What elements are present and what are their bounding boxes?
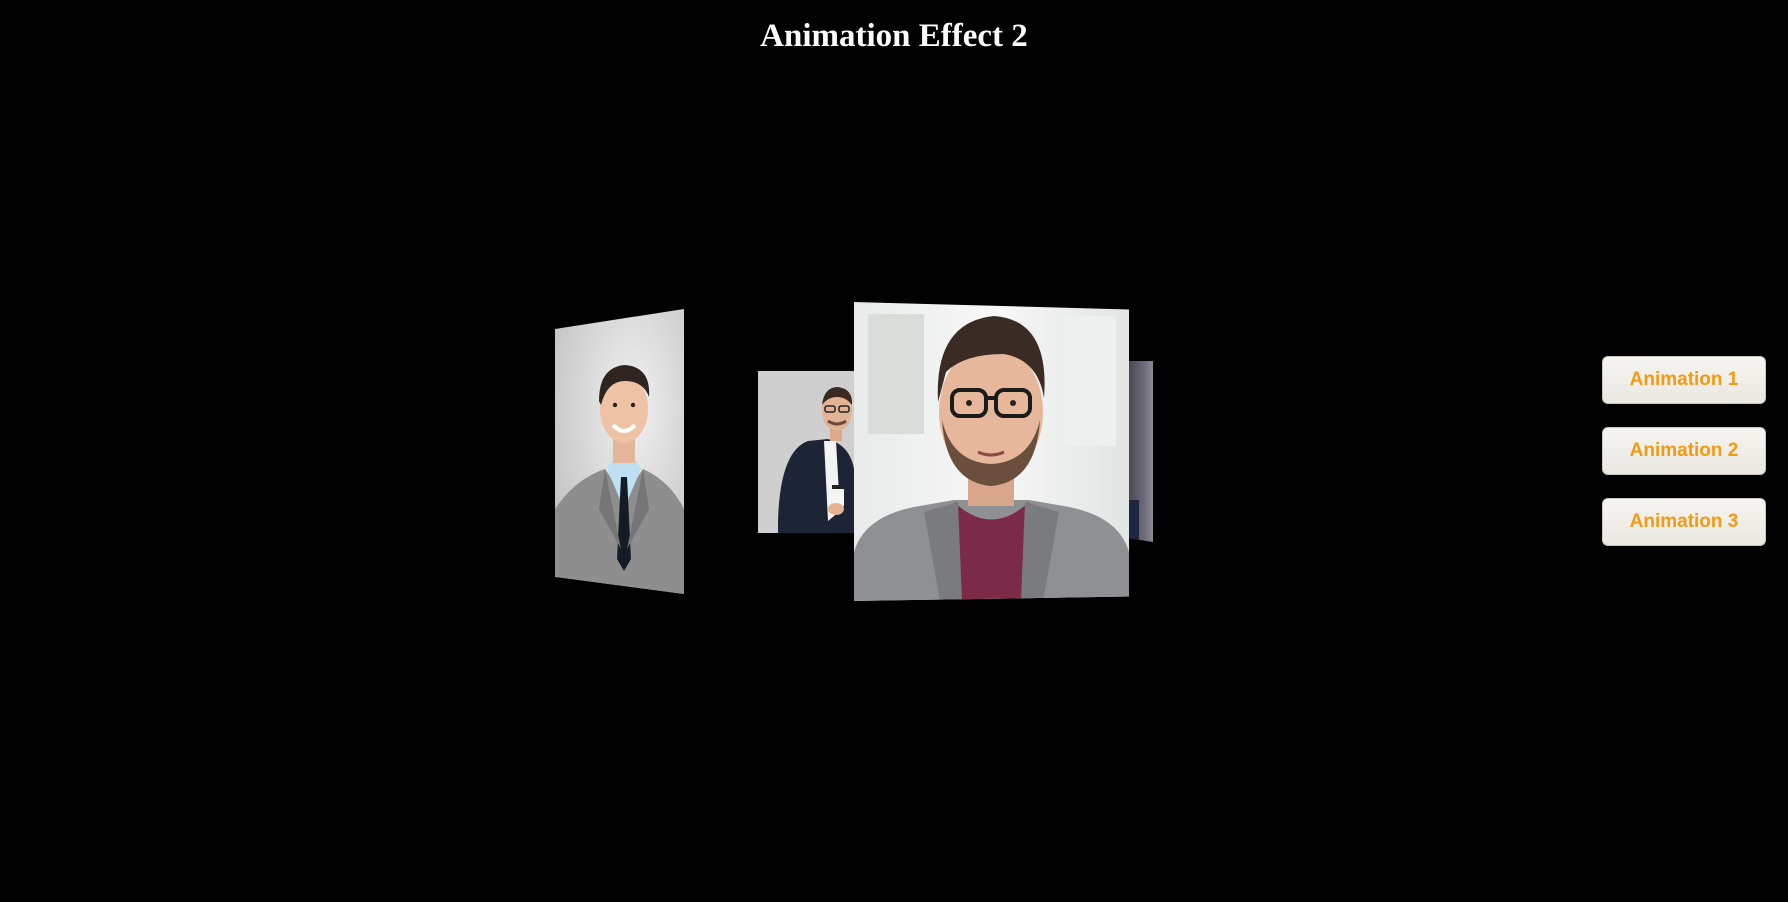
photo-man-glasses-coffee-cup [758,371,855,533]
animation-2-button[interactable]: Animation 2 [1602,427,1766,475]
photo-man-glasses-beard-front [854,302,1129,601]
photo-card-edge [1129,361,1153,542]
animation-1-button[interactable]: Animation 1 [1602,356,1766,404]
animation-stage: Animation Effect 2 Animation 1 Animation… [0,0,1788,902]
page-title: Animation Effect 2 [760,18,1028,54]
photo-card-middle [758,371,855,533]
photo-man-grey-suit-smiling [555,309,684,594]
photo-card-edge-shade [1129,500,1139,542]
photo-card-left [555,309,684,594]
photo-card-front [854,302,1129,601]
animation-3-button[interactable]: Animation 3 [1602,498,1766,546]
